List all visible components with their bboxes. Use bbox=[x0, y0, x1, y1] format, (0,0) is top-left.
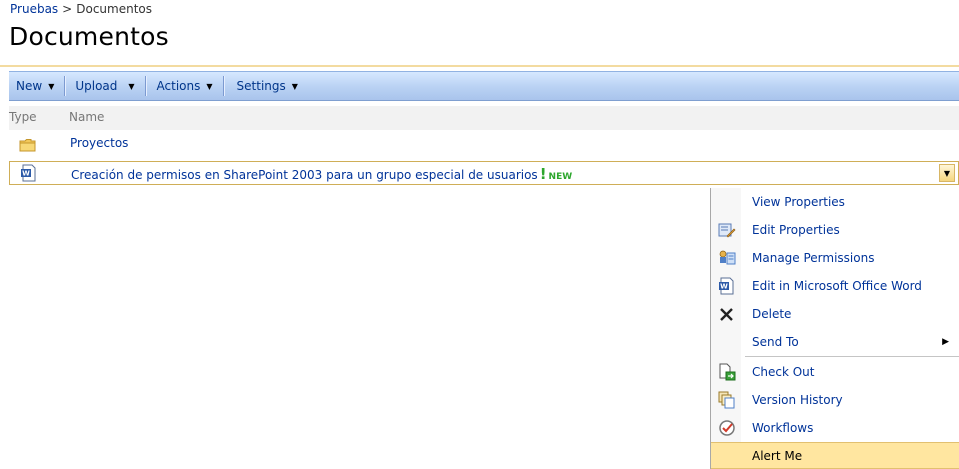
menu-item-delete[interactable]: Delete bbox=[711, 300, 959, 328]
new-menu-button[interactable]: New ▼ bbox=[9, 72, 64, 100]
menu-item-send-to[interactable]: Send To ▶ bbox=[711, 328, 959, 356]
item-context-menu: View Properties Edit Properties Manage P… bbox=[710, 188, 959, 469]
breadcrumb-separator: > bbox=[62, 2, 73, 16]
delete-x-icon bbox=[718, 305, 736, 323]
menu-item-view-properties[interactable]: View Properties bbox=[711, 188, 959, 216]
svg-text:W: W bbox=[22, 170, 30, 178]
title-divider bbox=[0, 65, 959, 67]
list-item-name[interactable]: Creación de permisos en SharePoint 2003 … bbox=[71, 165, 572, 183]
word-document-icon: W bbox=[20, 164, 38, 182]
upload-menu-button[interactable]: Upload ▼ bbox=[66, 72, 144, 100]
menu-item-edit-properties[interactable]: Edit Properties bbox=[711, 216, 959, 244]
upload-menu-label: Upload bbox=[75, 79, 118, 93]
list-item-name[interactable]: Proyectos bbox=[70, 136, 128, 150]
workflows-icon bbox=[718, 419, 736, 437]
column-header-type[interactable]: Type bbox=[9, 110, 37, 124]
menu-item-version-history[interactable]: Version History bbox=[711, 386, 959, 414]
new-badge-label: NEW bbox=[548, 172, 573, 182]
menu-item-manage-permissions[interactable]: Manage Permissions bbox=[711, 244, 959, 272]
list-item-document[interactable]: W Creación de permisos en SharePoint 200… bbox=[9, 161, 959, 185]
column-header-name[interactable]: Name bbox=[69, 110, 104, 124]
new-badge-mark: ! bbox=[539, 165, 547, 183]
list-column-headers: Type Name bbox=[9, 106, 959, 130]
item-menu-dropdown-button[interactable]: ▼ bbox=[939, 164, 955, 182]
menu-separator bbox=[745, 356, 959, 357]
chevron-down-icon: ▼ bbox=[48, 81, 55, 91]
breadcrumb-current: Documentos bbox=[76, 2, 152, 16]
list-item-folder[interactable]: Proyectos bbox=[9, 133, 959, 157]
actions-menu-button[interactable]: Actions ▼ bbox=[147, 72, 223, 100]
actions-menu-label: Actions bbox=[156, 79, 201, 93]
chevron-down-icon: ▼ bbox=[206, 81, 213, 91]
menu-item-workflows[interactable]: Workflows bbox=[711, 414, 959, 442]
chevron-down-icon: ▼ bbox=[291, 81, 298, 91]
edit-properties-icon bbox=[718, 221, 736, 239]
manage-permissions-icon bbox=[718, 249, 736, 267]
page-title: Documentos bbox=[9, 22, 169, 51]
version-history-icon bbox=[718, 391, 736, 409]
svg-text:W: W bbox=[720, 283, 728, 291]
menu-item-alert-me[interactable]: Alert Me bbox=[711, 442, 959, 469]
settings-menu-label: Settings bbox=[236, 79, 286, 93]
breadcrumb-link-pruebas[interactable]: Pruebas bbox=[10, 2, 58, 16]
document-title-link[interactable]: Creación de permisos en SharePoint 2003 … bbox=[71, 168, 538, 182]
breadcrumb: Pruebas > Documentos bbox=[10, 2, 152, 18]
submenu-arrow-icon: ▶ bbox=[942, 337, 949, 347]
chevron-down-icon: ▼ bbox=[128, 81, 135, 91]
folder-icon bbox=[19, 137, 37, 153]
chevron-down-icon: ▼ bbox=[943, 168, 951, 178]
menu-item-edit-in-word[interactable]: W Edit in Microsoft Office Word bbox=[711, 272, 959, 300]
list-toolbar: New ▼ Upload ▼ Actions ▼ Settings ▼ bbox=[9, 71, 959, 101]
check-out-icon bbox=[718, 363, 736, 381]
menu-item-check-out[interactable]: Check Out bbox=[711, 358, 959, 386]
word-document-icon: W bbox=[718, 277, 736, 295]
settings-menu-button[interactable]: Settings ▼ bbox=[225, 72, 308, 100]
new-menu-label: New bbox=[16, 79, 43, 93]
